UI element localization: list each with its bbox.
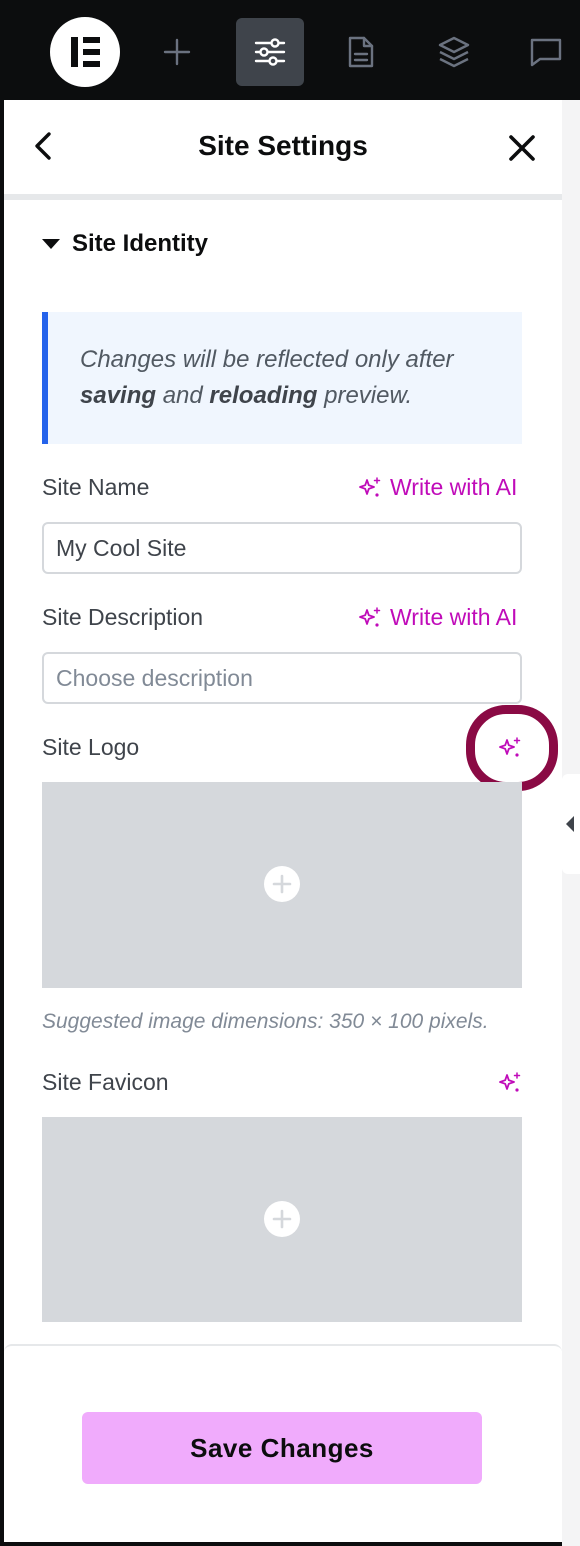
collapse-panel-button[interactable] [562, 774, 580, 874]
notice-text: and [156, 382, 210, 409]
section-toggle-site-identity[interactable]: Site Identity [42, 230, 208, 258]
notice-bold-reloading: reloading [209, 382, 318, 409]
caret-down-icon [42, 239, 60, 249]
site-logo-upload[interactable] [42, 782, 522, 988]
section-title: Site Identity [72, 230, 209, 257]
highlight-ring [466, 705, 558, 791]
add-media-icon [264, 866, 300, 902]
info-notice: Changes will be reflected only after sav… [42, 312, 522, 444]
save-changes-button[interactable]: Save Changes [82, 1412, 482, 1484]
ai-sparkle-icon [499, 1072, 521, 1092]
add-media-icon [264, 1201, 300, 1237]
write-with-ai-site-description[interactable]: Write with AI [358, 604, 517, 631]
panel-title: Site Settings [198, 130, 368, 161]
site-description-input[interactable] [42, 652, 522, 704]
panel-header: Site Settings [4, 100, 562, 194]
panel-footer: Save Changes [4, 1344, 562, 1542]
site-favicon-upload[interactable] [42, 1117, 522, 1322]
page-settings-icon[interactable] [327, 18, 395, 86]
site-favicon-label: Site Favicon [42, 1069, 169, 1095]
notice-text: Changes will be reflected only after [80, 346, 454, 373]
notice-bold-saving: saving [80, 382, 157, 409]
write-with-ai-label: Write with AI [390, 604, 518, 630]
ai-generate-favicon-button[interactable] [496, 1069, 524, 1097]
logo-dimension-hint: Suggested image dimensions: 350 × 100 pi… [42, 1010, 489, 1033]
add-element-icon[interactable] [143, 18, 211, 86]
comments-icon[interactable] [512, 18, 580, 86]
notice-text: preview. [317, 382, 413, 409]
close-icon [509, 135, 535, 161]
site-logo-label: Site Logo [42, 734, 140, 760]
ai-sparkle-icon [359, 606, 381, 627]
top-toolbar [0, 0, 580, 100]
elementor-logo-icon[interactable] [50, 17, 120, 87]
site-settings-panel: Site Settings Site Identity Changes will… [4, 100, 562, 1542]
site-name-label: Site Name [42, 474, 150, 500]
site-settings-icon[interactable] [236, 18, 304, 86]
site-name-input[interactable] [42, 522, 522, 574]
close-button[interactable] [504, 130, 540, 166]
site-description-label: Site Description [42, 604, 204, 630]
chevron-left-icon [566, 816, 574, 832]
header-divider [4, 194, 562, 200]
ai-sparkle-icon [359, 476, 381, 497]
write-with-ai-site-name[interactable]: Write with AI [358, 474, 517, 501]
write-with-ai-label: Write with AI [390, 474, 518, 500]
structure-layers-icon[interactable] [420, 18, 488, 86]
